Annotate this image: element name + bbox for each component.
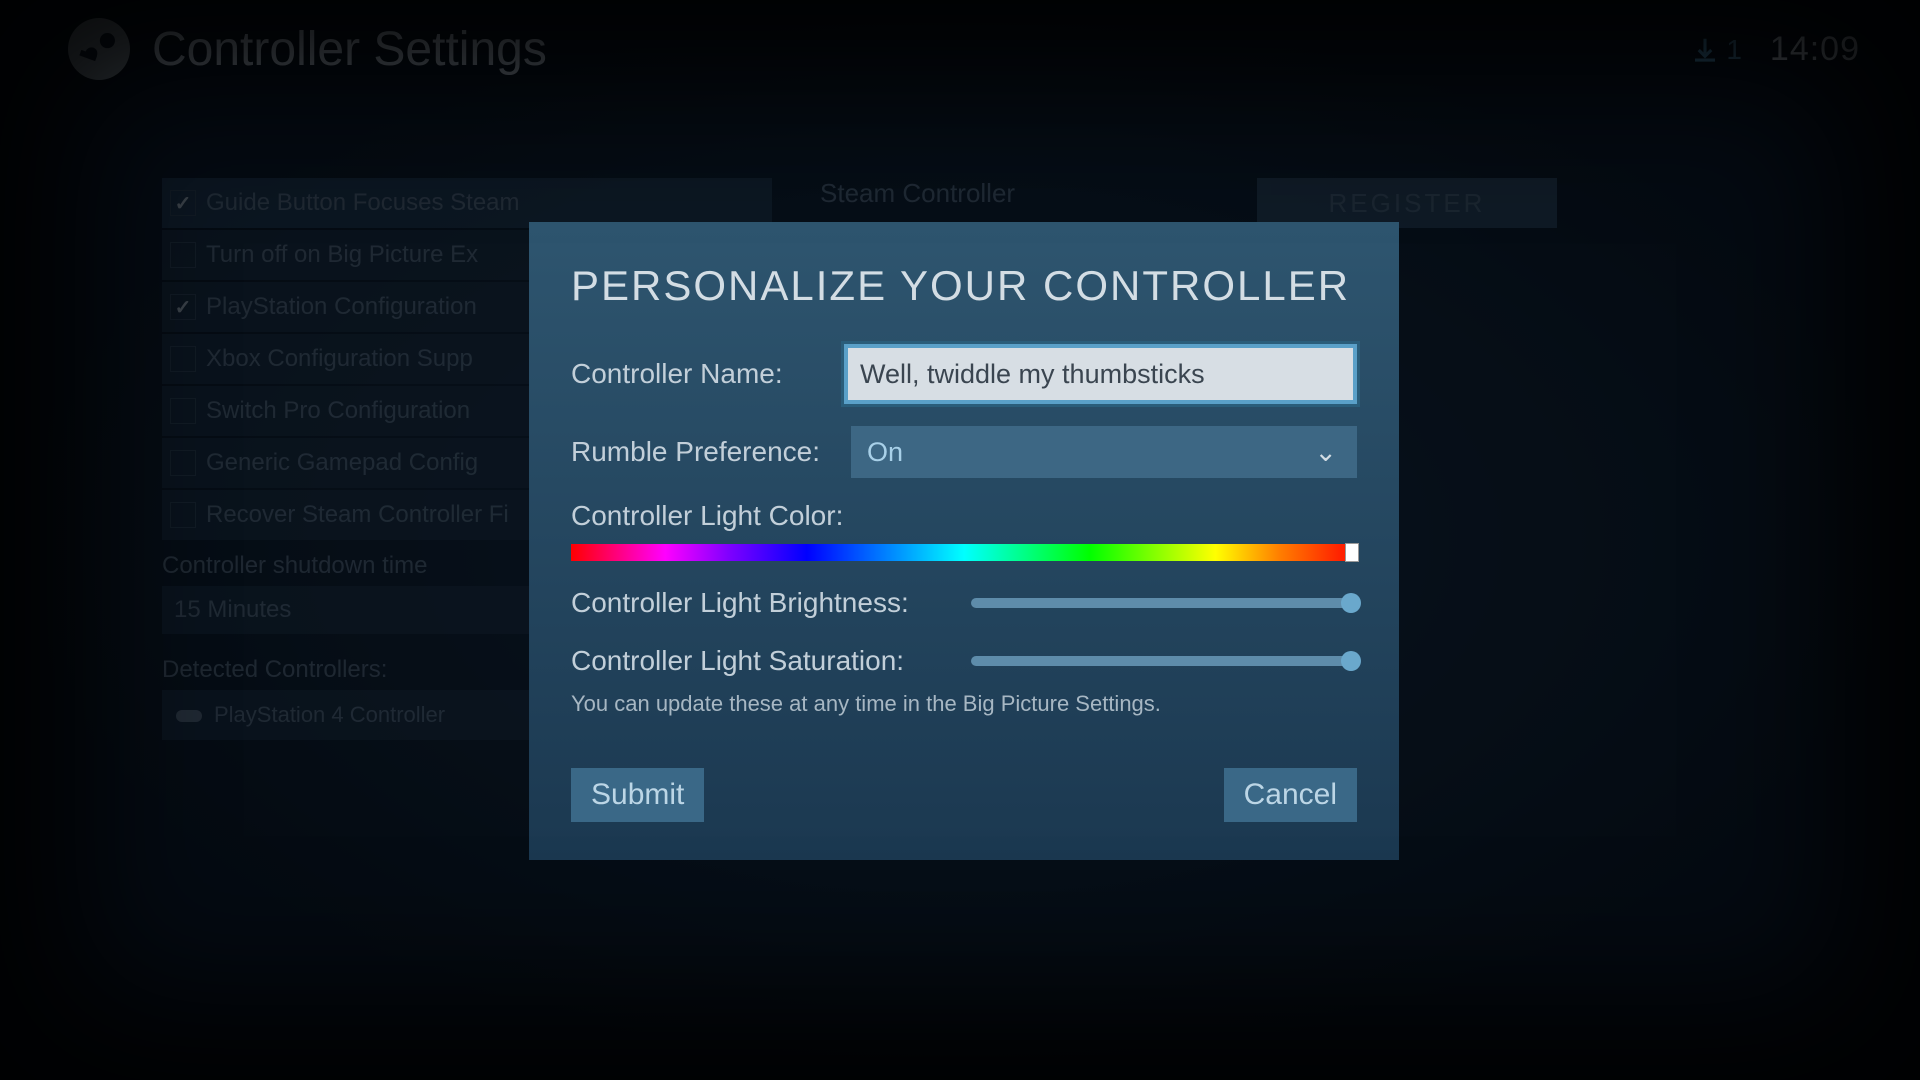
light-saturation-thumb[interactable] [1341,651,1361,671]
light-brightness-label: Controller Light Brightness: [571,587,971,619]
light-saturation-slider[interactable] [971,656,1357,666]
chevron-down-icon: ⌄ [1314,437,1337,468]
light-brightness-slider[interactable] [971,598,1357,608]
rumble-preference-select[interactable]: On ⌄ [851,426,1357,478]
controller-name-field[interactable] [844,344,1357,404]
rumble-preference-label: Rumble Preference: [571,436,851,468]
light-color-slider[interactable] [571,544,1357,561]
light-color-thumb[interactable] [1345,543,1359,562]
modal-hint: You can update these at any time in the … [571,691,1357,717]
personalize-controller-modal: PERSONALIZE YOUR CONTROLLER Controller N… [529,222,1399,860]
submit-button[interactable]: Submit [571,768,704,822]
light-brightness-thumb[interactable] [1341,593,1361,613]
modal-title: PERSONALIZE YOUR CONTROLLER [571,262,1357,310]
controller-name-label: Controller Name: [571,358,844,390]
light-color-label: Controller Light Color: [571,500,1357,532]
cancel-button[interactable]: Cancel [1224,768,1357,822]
rumble-preference-value: On [867,437,903,468]
light-saturation-label: Controller Light Saturation: [571,645,971,677]
